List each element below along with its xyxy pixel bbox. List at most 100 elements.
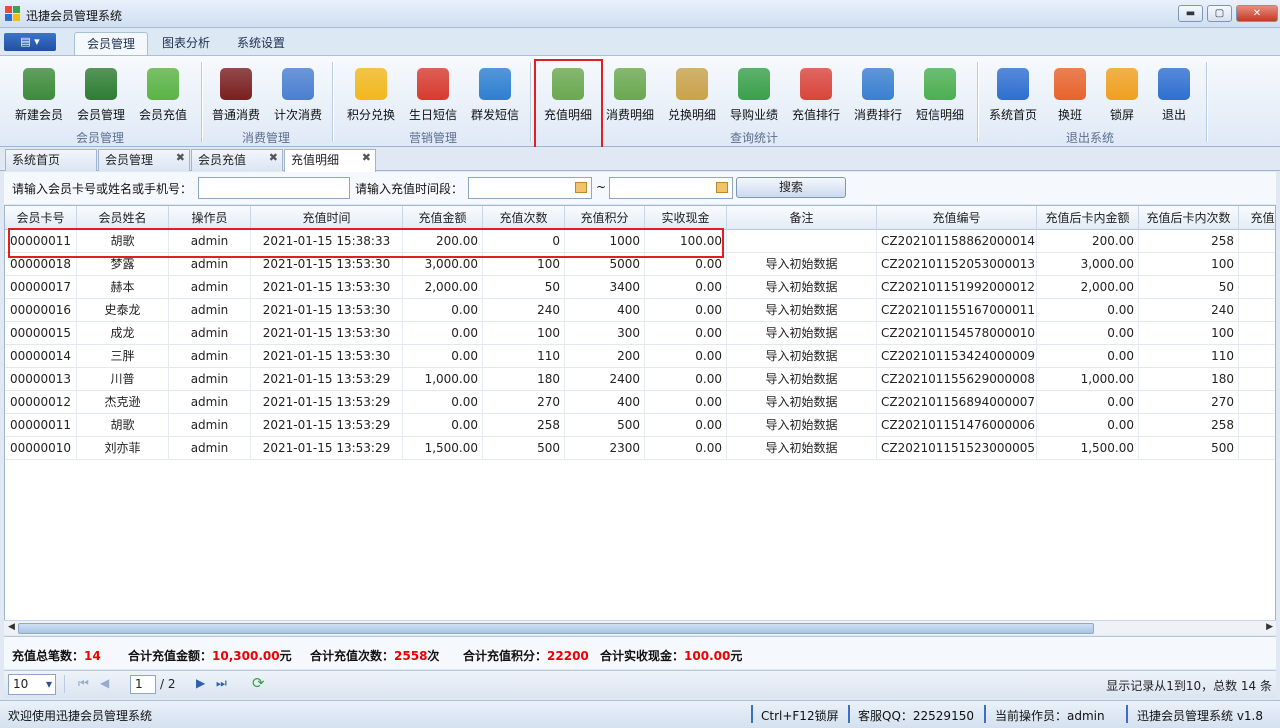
- ribbon-button-8[interactable]: 充值明细: [537, 64, 599, 128]
- table-row[interactable]: 00000016 史泰龙 admin 2021-01-15 13:53:30 0.00 2…: [5, 299, 1275, 322]
- scrollbar-thumb[interactable]: [18, 623, 1094, 634]
- table-cell: admin: [169, 391, 251, 414]
- column-header[interactable]: 充值后卡内次数: [1139, 206, 1239, 230]
- table-cell: 200.00: [403, 230, 483, 253]
- minimize-button[interactable]: ▬: [1178, 5, 1203, 22]
- ribbon-button-7[interactable]: 群发短信: [464, 64, 526, 128]
- scroll-right-icon[interactable]: ▶: [1266, 622, 1273, 632]
- ribbon-button-15[interactable]: 系统首页: [982, 64, 1044, 128]
- ribbon-button-label: 会员充值: [138, 108, 187, 122]
- tab-chart-analysis[interactable]: 图表分析: [150, 32, 222, 56]
- table-row[interactable]: 00000018 梦露 admin 2021-01-15 13:53:30 3,000.…: [5, 253, 1275, 276]
- doc-tab-member-management[interactable]: 会员管理 ✖: [98, 149, 190, 171]
- table-row[interactable]: 00000015 成龙 admin 2021-01-15 13:53:30 0.00 10…: [5, 322, 1275, 345]
- page-number-input[interactable]: 1: [130, 675, 156, 694]
- last-page-icon[interactable]: ⏭: [216, 676, 227, 691]
- table-cell: 100.00: [645, 230, 727, 253]
- column-header[interactable]: 充值编号: [877, 206, 1037, 230]
- page-total: / 2: [160, 677, 176, 691]
- summary-cash: 合计实收现金：100.00元: [600, 649, 743, 663]
- start-date-input[interactable]: [468, 177, 592, 199]
- ribbon-button-4[interactable]: 计次消费: [267, 64, 329, 128]
- close-tab-icon[interactable]: ✖: [269, 148, 278, 168]
- ribbon-button-18[interactable]: 退出: [1143, 64, 1205, 128]
- table-row[interactable]: 00000017 赫本 admin 2021-01-15 13:53:30 2,000.…: [5, 276, 1275, 299]
- ribbon-button-11[interactable]: 导购业绩: [723, 64, 785, 128]
- table-cell: 川普: [77, 368, 169, 391]
- refresh-icon[interactable]: ⟳: [252, 674, 265, 692]
- member-search-input[interactable]: [198, 177, 350, 199]
- column-header[interactable]: 充值次数: [483, 206, 565, 230]
- table-cell: 3400: [565, 276, 645, 299]
- column-header[interactable]: 充值金额: [403, 206, 483, 230]
- next-page-icon[interactable]: ▶: [196, 676, 205, 690]
- close-window-button[interactable]: ✕: [1236, 5, 1278, 22]
- table-cell: 0.00: [645, 345, 727, 368]
- ribbon-button-6[interactable]: 生日短信: [402, 64, 464, 128]
- column-header[interactable]: 充值时间: [251, 206, 403, 230]
- table-cell: CZ202101151476000006: [877, 414, 1037, 437]
- doc-tab-recharge-detail[interactable]: 充值明细 ✖: [284, 149, 376, 172]
- tab-system-settings[interactable]: 系统设置: [225, 32, 297, 56]
- column-header[interactable]: 备注: [727, 206, 877, 230]
- status-bar: 欢迎使用迅捷会员管理系统 Ctrl+F12锁屏 客服QQ：22529150 当前…: [0, 700, 1280, 728]
- ribbon-button-12[interactable]: 充值排行: [785, 64, 847, 128]
- doc-tab-recharge[interactable]: 会员充值 ✖: [191, 149, 283, 171]
- close-tab-icon[interactable]: ✖: [176, 148, 185, 168]
- table-cell: 2021-01-15 13:53:30: [251, 253, 403, 276]
- page-size-select[interactable]: 10 ▾: [8, 674, 56, 695]
- end-date-input[interactable]: [609, 177, 733, 199]
- scroll-left-icon[interactable]: ◀: [8, 622, 15, 632]
- table-cell: 0.00: [645, 437, 727, 460]
- ribbon-button-label: 兑换明细: [667, 108, 716, 122]
- group-label-consume: 消费管理: [241, 131, 290, 145]
- column-header[interactable]: 实收现金: [645, 206, 727, 230]
- doc-tab-label: 会员管理: [105, 153, 154, 167]
- horizontal-scrollbar[interactable]: ◀ ▶: [4, 620, 1276, 635]
- table-row[interactable]: 00000011 胡歌 admin 2021-01-15 13:53:29 0.00 25…: [5, 414, 1275, 437]
- table-cell: admin: [169, 253, 251, 276]
- table-cell: 1000: [565, 230, 645, 253]
- table-row[interactable]: 00000012 杰克逊 admin 2021-01-15 13:53:29 0.00 2…: [5, 391, 1275, 414]
- ribbon-button-2[interactable]: 会员充值: [132, 64, 194, 128]
- column-header[interactable]: 充值积分: [565, 206, 645, 230]
- ribbon-button-0[interactable]: 新建会员: [8, 64, 70, 128]
- table-cell: 50: [483, 276, 565, 299]
- ribbon-button-10[interactable]: 兑换明细: [661, 64, 723, 128]
- table-row[interactable]: 00000010 刘亦菲 admin 2021-01-15 13:53:29 1,500…: [5, 437, 1275, 460]
- ribbon-button-1[interactable]: 会员管理: [70, 64, 132, 128]
- tab-member-management[interactable]: 会员管理: [74, 32, 149, 56]
- column-header[interactable]: 会员卡号: [5, 206, 77, 230]
- table-cell: 2300: [565, 437, 645, 460]
- app-menu-button[interactable]: ▤ ▾: [4, 33, 56, 51]
- ribbon-button-label: 短信明细: [915, 108, 964, 122]
- table-cell: 0.00: [1037, 345, 1139, 368]
- column-header[interactable]: 充值后卡内金额: [1037, 206, 1139, 230]
- table-cell: CZ202101151523000005: [877, 437, 1037, 460]
- ribbon-button-9[interactable]: 消费明细: [599, 64, 661, 128]
- sales-chart-icon: [738, 68, 770, 100]
- app-logo-icon: [5, 6, 21, 22]
- calendar-icon[interactable]: [575, 182, 587, 193]
- doc-tab-home[interactable]: 系统首页: [5, 149, 97, 171]
- column-header[interactable]: 操作员: [169, 206, 251, 230]
- calendar-icon[interactable]: [716, 182, 728, 193]
- maximize-button[interactable]: ▢: [1207, 5, 1232, 22]
- close-tab-icon[interactable]: ✖: [362, 148, 371, 168]
- ribbon-button-13[interactable]: 消费排行: [847, 64, 909, 128]
- table-cell: 2021-01-15 13:53:29: [251, 391, 403, 414]
- column-header[interactable]: 充值后: [1239, 206, 1275, 230]
- ribbon-button-5[interactable]: 积分兑换: [340, 64, 402, 128]
- search-button[interactable]: 搜索: [736, 177, 846, 198]
- table-cell: 0.00: [403, 391, 483, 414]
- prev-page-icon[interactable]: ◀: [100, 676, 109, 690]
- table-row[interactable]: 00000013 川普 admin 2021-01-15 13:53:29 1,000.…: [5, 368, 1275, 391]
- ribbon-button-3[interactable]: 普通消费: [205, 64, 267, 128]
- table-row[interactable]: 00000011 胡歌 admin 2021-01-15 15:38:33 200.00…: [5, 230, 1275, 253]
- table-cell: 2021-01-15 13:53:30: [251, 276, 403, 299]
- record-info: 显示记录从1到10，总数 14 条: [1106, 679, 1272, 693]
- table-row[interactable]: 00000014 三胖 admin 2021-01-15 13:53:30 0.00 11…: [5, 345, 1275, 368]
- column-header[interactable]: 会员姓名: [77, 206, 169, 230]
- first-page-icon[interactable]: ⏮: [78, 676, 89, 691]
- ribbon-button-14[interactable]: 短信明细: [909, 64, 971, 128]
